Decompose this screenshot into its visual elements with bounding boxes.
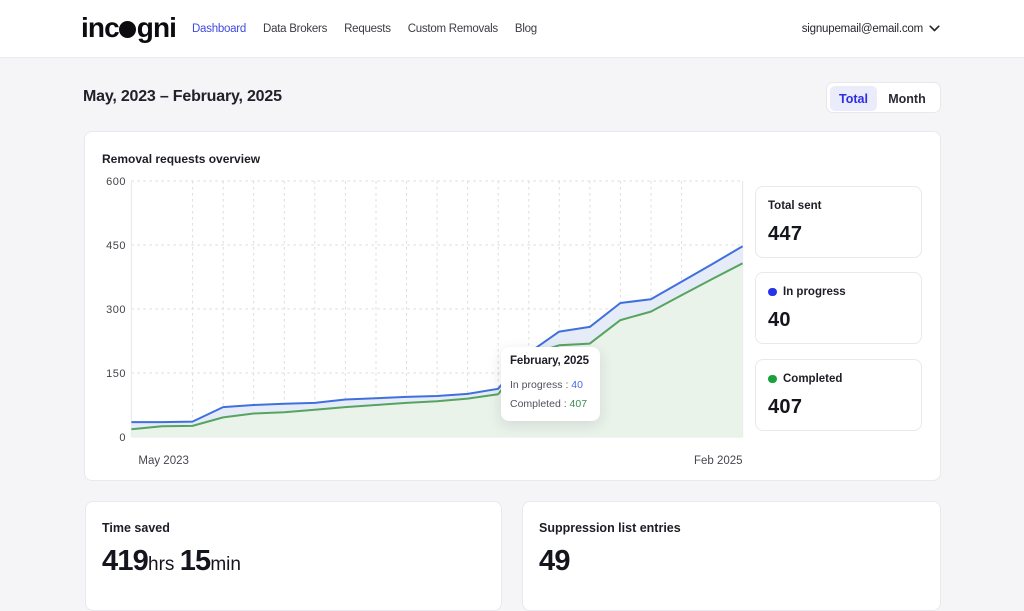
svg-text:300: 300: [106, 304, 126, 316]
svg-text:450: 450: [106, 240, 126, 252]
svg-text:150: 150: [106, 368, 126, 380]
svg-text:Feb 2025: Feb 2025: [694, 455, 743, 467]
svg-text:600: 600: [106, 176, 126, 188]
svg-text:0: 0: [119, 432, 126, 444]
svg-text:May 2023: May 2023: [138, 455, 189, 467]
